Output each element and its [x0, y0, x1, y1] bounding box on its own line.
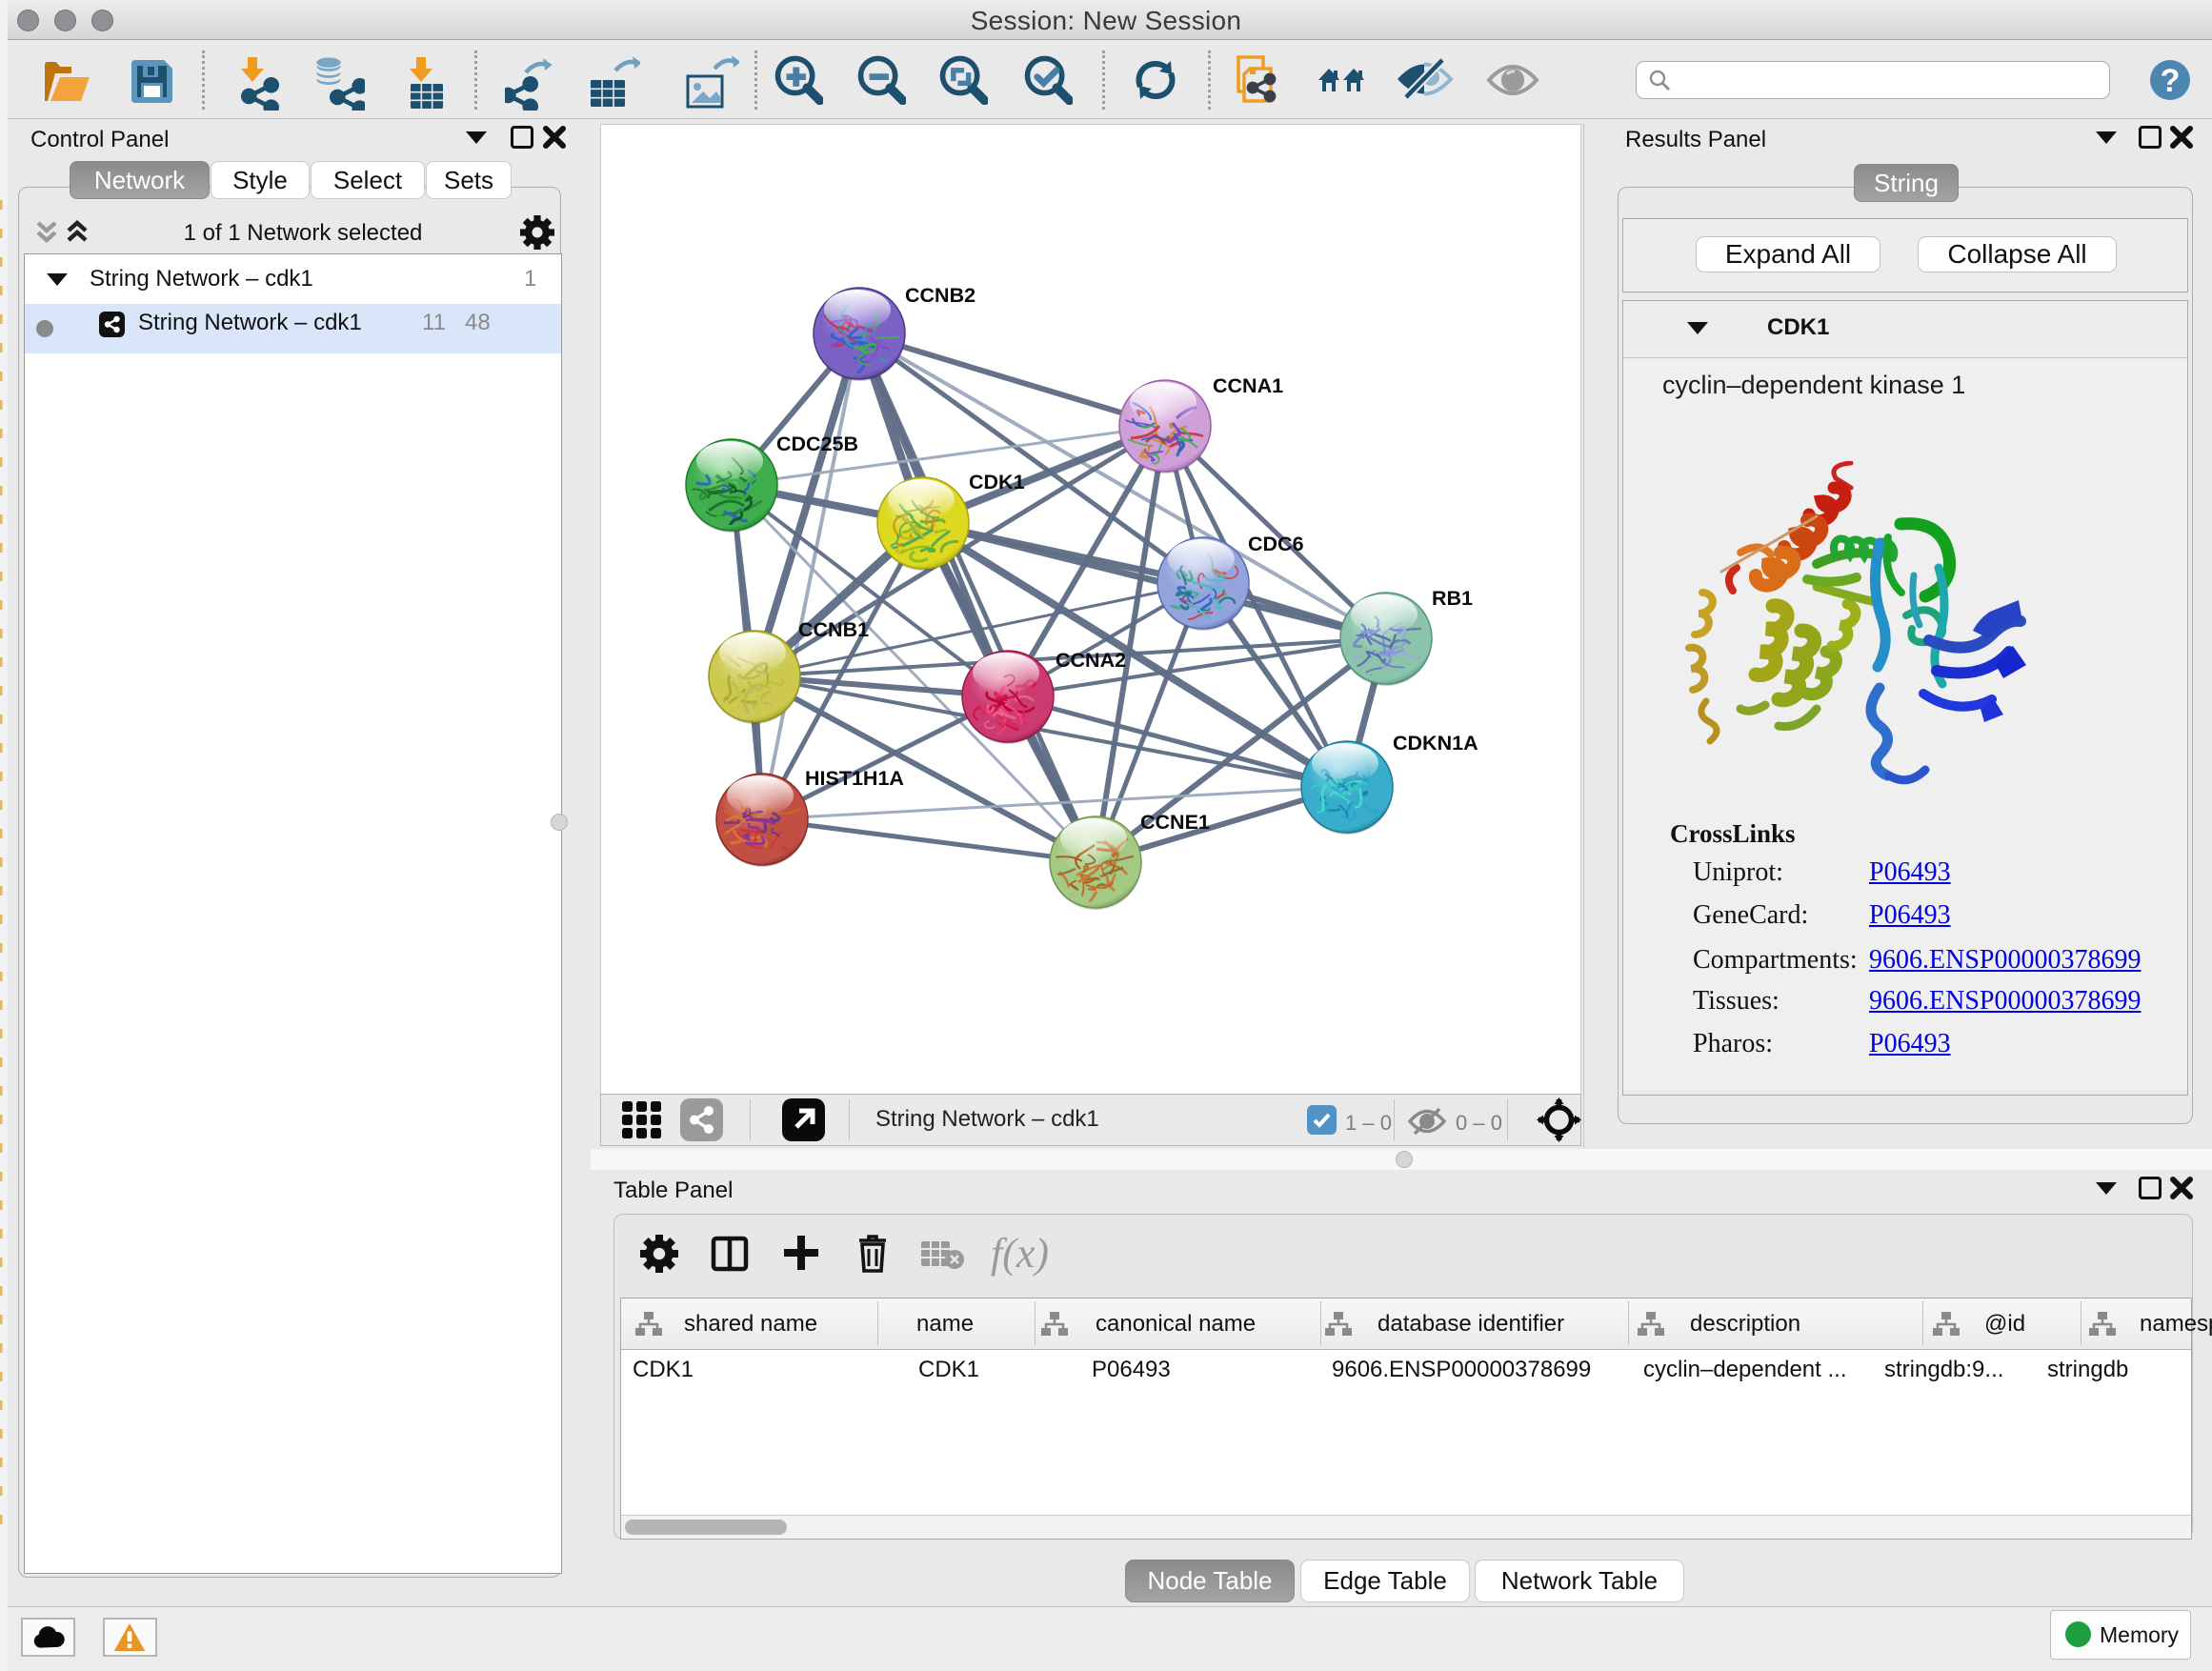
svg-text:CCNB1: CCNB1: [798, 618, 869, 641]
svg-text:CCNA2: CCNA2: [1056, 649, 1126, 672]
svg-text:HIST1H1A: HIST1H1A: [805, 767, 904, 790]
svg-text:CCNA1: CCNA1: [1213, 374, 1283, 397]
svg-text:RB1: RB1: [1432, 587, 1473, 610]
svg-text:CDKN1A: CDKN1A: [1393, 732, 1478, 755]
svg-text:CCNE1: CCNE1: [1140, 811, 1210, 834]
svg-text:CDC6: CDC6: [1248, 533, 1304, 555]
svg-text:CCNB2: CCNB2: [905, 284, 975, 307]
svg-text:CDK1: CDK1: [969, 471, 1025, 493]
svg-text:CDC25B: CDC25B: [776, 433, 858, 455]
